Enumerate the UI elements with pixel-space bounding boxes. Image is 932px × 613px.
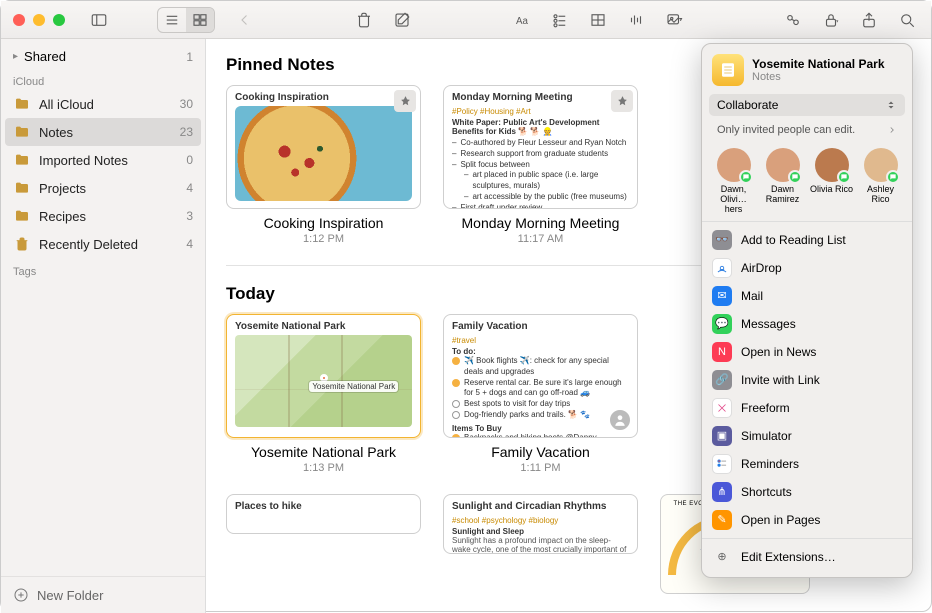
app-icon: ⋔ — [712, 482, 732, 502]
people-row: Dawn, Olivi…hers Dawn Ramirez Olivia Ric… — [702, 140, 912, 222]
icloud-header: iCloud — [1, 68, 205, 90]
share-option[interactable]: NOpen in News — [702, 338, 912, 366]
app-icon — [712, 454, 732, 474]
share-subtitle: Notes — [752, 71, 885, 83]
collaborate-dropdown[interactable]: Collaborate — [709, 94, 905, 116]
folder-icon — [13, 179, 31, 197]
person[interactable]: Dawn Ramirez — [761, 148, 804, 215]
audio-icon[interactable] — [622, 8, 650, 32]
view-segment — [157, 7, 215, 33]
app-icon: ✎ — [712, 510, 732, 530]
share-option[interactable]: 💬Messages — [702, 310, 912, 338]
notes-app-icon — [712, 54, 744, 86]
note-card[interactable]: Monday Morning Meeting #Policy #Housing … — [443, 85, 638, 245]
back-icon[interactable] — [231, 8, 259, 32]
shared-label: Shared — [24, 49, 66, 64]
app-icon: 💬 — [712, 314, 732, 334]
sidebar-item-projects[interactable]: Projects4 — [1, 174, 205, 202]
app-icon: 🔗 — [712, 370, 732, 390]
folder-icon — [13, 95, 31, 113]
checklist-icon[interactable] — [546, 8, 574, 32]
app-icon — [712, 398, 732, 418]
sidebar-item-imported[interactable]: Imported Notes0 — [1, 146, 205, 174]
share-popover: Yosemite National Park Notes Collaborate… — [701, 43, 913, 578]
map-preview: Yosemite National Park — [235, 335, 412, 427]
pin-icon[interactable] — [611, 90, 633, 112]
search-icon[interactable] — [893, 8, 921, 32]
app-icon: 👓 — [712, 230, 732, 250]
updown-icon — [885, 99, 897, 111]
app-icon: N — [712, 342, 732, 362]
folder-icon — [13, 151, 31, 169]
folder-icon — [13, 123, 31, 141]
zoom-window[interactable] — [53, 14, 65, 26]
share-option[interactable]: ✎Open in Pages — [702, 506, 912, 534]
table-icon[interactable] — [584, 8, 612, 32]
lock-icon[interactable] — [817, 8, 845, 32]
note-thumb: Cooking Inspiration — [226, 85, 421, 209]
folder-icon — [13, 207, 31, 225]
share-option[interactable]: ✉︎Mail — [702, 282, 912, 310]
share-option[interactable]: Freeform — [702, 394, 912, 422]
person[interactable]: Dawn, Olivi…hers — [712, 148, 755, 215]
pizza-image — [235, 106, 412, 201]
svg-text:Aa: Aa — [516, 15, 529, 26]
note-card[interactable]: Family Vacation #travel To do: ✈️ Book f… — [443, 314, 638, 474]
person[interactable]: Ashley Rico — [859, 148, 902, 215]
sidebar-item-allicloud[interactable]: All iCloud30 — [1, 90, 205, 118]
window-controls — [1, 14, 65, 26]
note-thumb: Family Vacation #travel To do: ✈️ Book f… — [443, 314, 638, 438]
sidebar-item-notes[interactable]: Notes23 — [5, 118, 201, 146]
sidebar-item-recentlydeleted[interactable]: Recently Deleted4 — [1, 230, 205, 258]
note-card[interactable]: Places to hike — [226, 494, 421, 594]
shared-count: 1 — [186, 50, 193, 64]
note-card[interactable]: Cooking Inspiration Cooking Inspiration … — [226, 85, 421, 245]
compose-icon[interactable] — [388, 8, 416, 32]
minimize-window[interactable] — [33, 14, 45, 26]
person[interactable]: Olivia Rico — [810, 148, 853, 215]
edit-extensions[interactable]: ⊕ Edit Extensions… — [702, 543, 912, 571]
list-view-icon[interactable] — [158, 8, 186, 32]
sidebar-item-recipes[interactable]: Recipes3 — [1, 202, 205, 230]
format-icon[interactable]: Aa — [508, 8, 536, 32]
permission-row[interactable]: Only invited people can edit. — [709, 120, 905, 140]
sidebar: ▸ Shared 1 iCloud All iCloud30 Notes23 I… — [1, 39, 206, 613]
toggle-sidebar-icon[interactable] — [85, 8, 113, 32]
titlebar: Aa — [1, 1, 931, 39]
link-icon[interactable] — [779, 8, 807, 32]
close-window[interactable] — [13, 14, 25, 26]
note-thumb: Places to hike — [226, 494, 421, 534]
note-thumb: Monday Morning Meeting #Policy #Housing … — [443, 85, 638, 209]
chevron-right-icon: ▸ — [13, 51, 18, 62]
share-option[interactable]: ⋔Shortcuts — [702, 478, 912, 506]
media-icon[interactable] — [660, 8, 688, 32]
trash-icon — [13, 235, 31, 253]
app-icon: ▣ — [712, 426, 732, 446]
share-title: Yosemite National Park — [752, 57, 885, 71]
note-thumb: Sunlight and Circadian Rhythms #school #… — [443, 494, 638, 554]
gallery-view-icon[interactable] — [186, 8, 214, 32]
share-option[interactable]: ▣Simulator — [702, 422, 912, 450]
chevron-right-icon — [887, 125, 897, 135]
note-card[interactable]: Sunlight and Circadian Rhythms #school #… — [443, 494, 638, 594]
app-icon: ✉︎ — [712, 286, 732, 306]
new-folder-button[interactable]: New Folder — [1, 576, 205, 613]
plus-circle-icon — [13, 587, 29, 603]
delete-icon[interactable] — [350, 8, 378, 32]
tags-header: Tags — [1, 258, 205, 280]
note-thumb: Yosemite National Park Yosemite National… — [226, 314, 421, 438]
app-icon — [712, 258, 732, 278]
share-icon[interactable] — [855, 8, 883, 32]
pin-icon[interactable] — [394, 90, 416, 112]
share-option[interactable]: AirDrop — [702, 254, 912, 282]
share-option[interactable]: Reminders — [702, 450, 912, 478]
share-option[interactable]: 🔗Invite with Link — [702, 366, 912, 394]
note-card-yosemite[interactable]: Yosemite National Park Yosemite National… — [226, 314, 421, 474]
shared-avatar-icon — [608, 408, 632, 432]
sidebar-shared[interactable]: ▸ Shared 1 — [1, 39, 205, 68]
share-option[interactable]: 👓Add to Reading List — [702, 226, 912, 254]
